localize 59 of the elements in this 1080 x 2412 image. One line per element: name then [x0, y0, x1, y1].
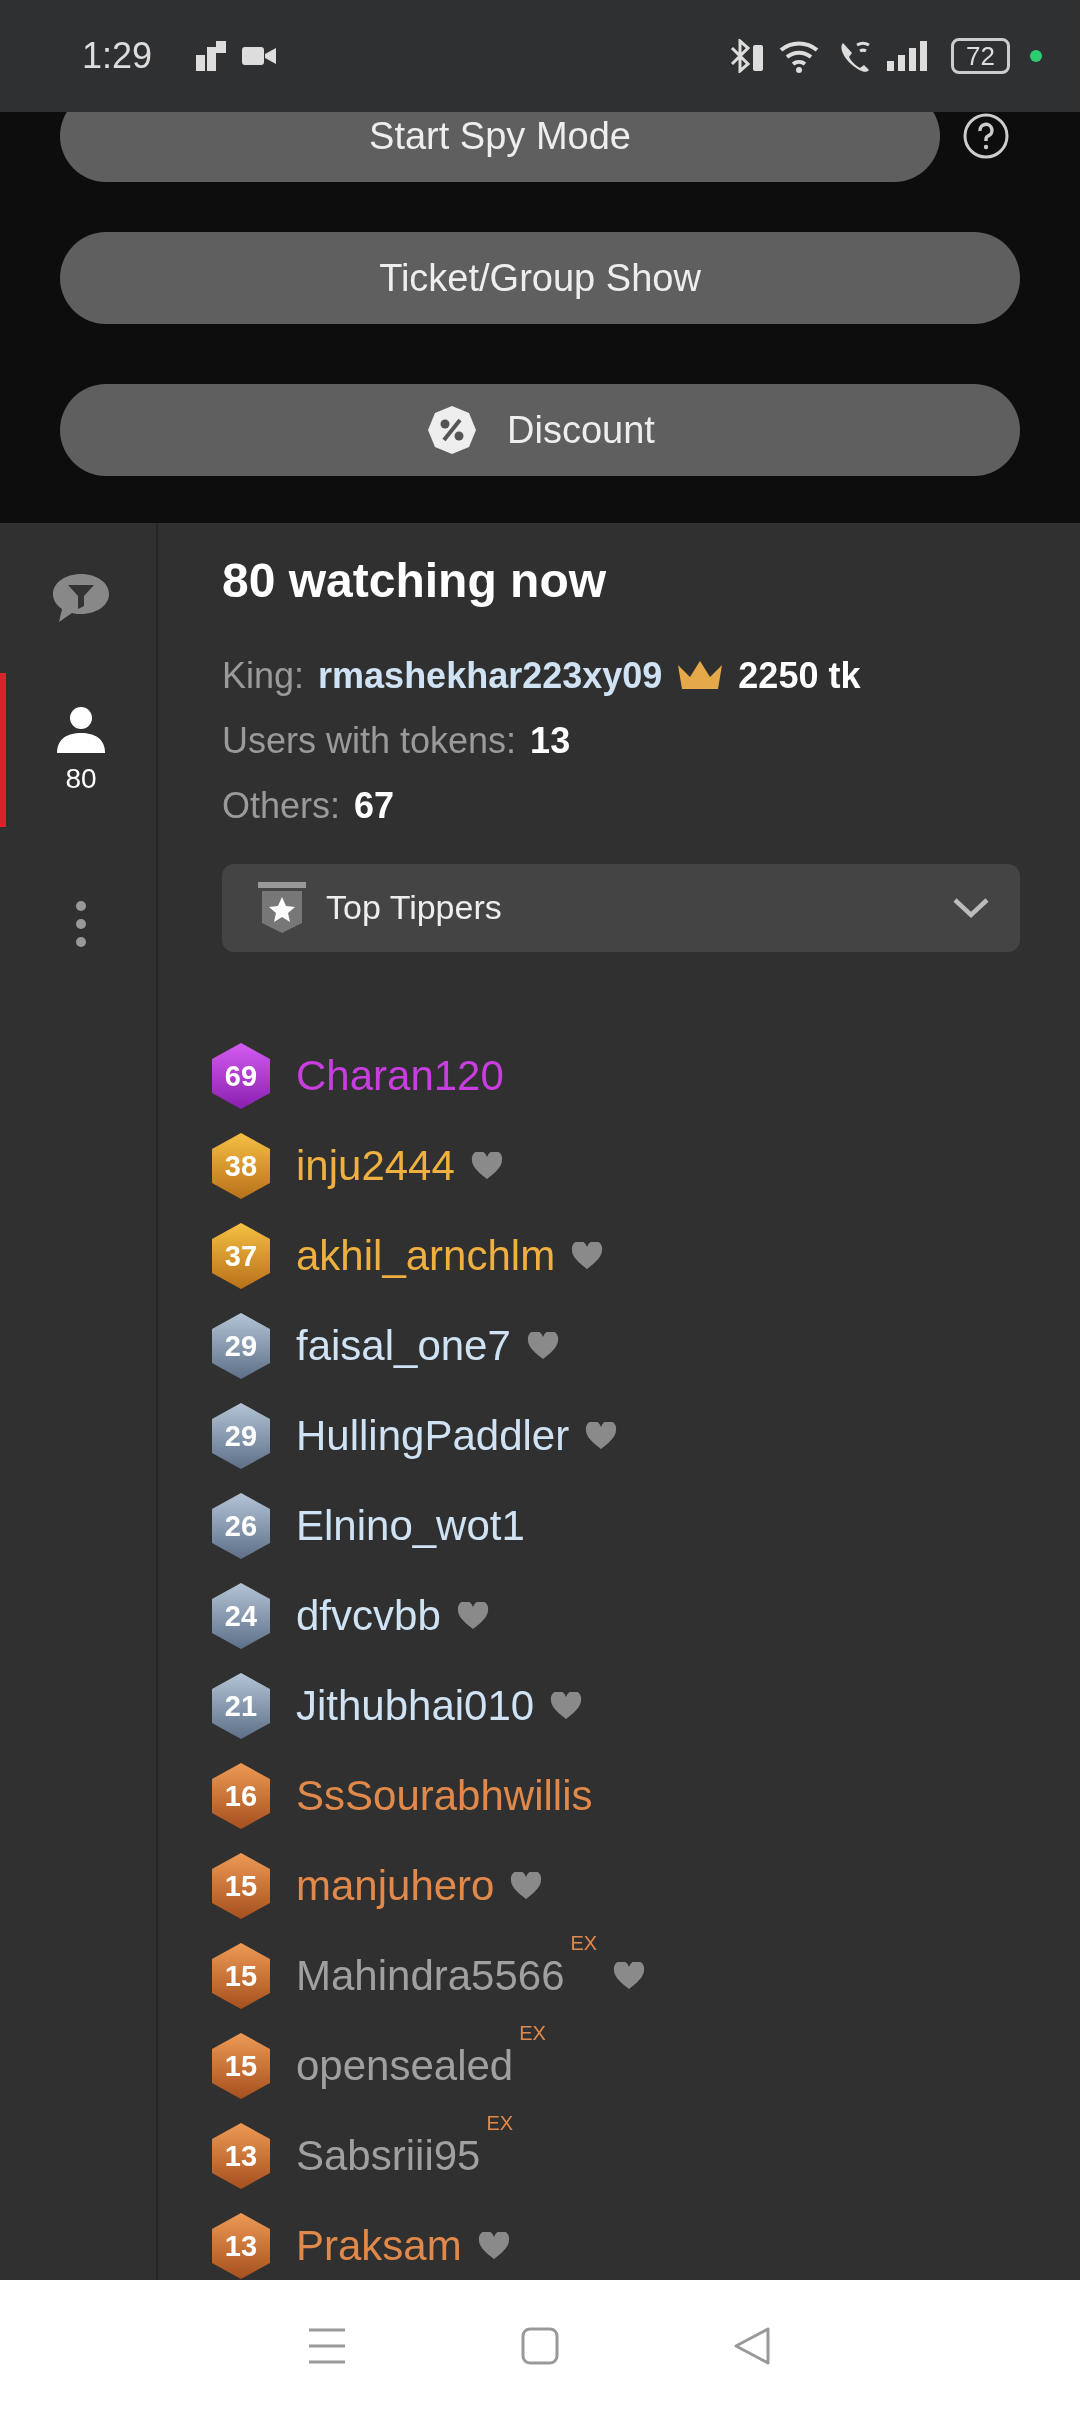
others-count: 67 [354, 784, 395, 827]
level-badge: 24 [210, 1582, 272, 1650]
level-badge: 15 [210, 1852, 272, 1920]
username[interactable]: HullingPaddler [296, 1412, 570, 1460]
menu-icon[interactable] [307, 2327, 346, 2365]
level-badge: 69 [210, 1042, 272, 1110]
username[interactable]: manjuhero [296, 1862, 495, 1910]
king-username[interactable]: rmashekhar223xy09 [318, 655, 663, 698]
battery-indicator: 72 [951, 38, 1010, 74]
username[interactable]: Praksam [296, 2222, 462, 2270]
status-time: 1:29 [82, 35, 153, 77]
level-badge: 15 [210, 1942, 272, 2010]
username[interactable]: dfvcvbb [296, 1592, 441, 1640]
spy-mode-button[interactable]: Start Spy Mode [60, 112, 940, 182]
level-badge: 37 [210, 1222, 272, 1290]
signal-icon [887, 39, 930, 73]
chevron-down-icon [952, 895, 990, 920]
sort-dropdown[interactable]: Top Tippers [222, 863, 1020, 952]
help-icon[interactable] [962, 112, 1010, 160]
bluetooth-icon [729, 39, 766, 73]
level-badge: 13 [210, 2212, 272, 2280]
ex-tag: EX [486, 2112, 514, 2135]
king-label: King: [222, 655, 305, 698]
king-amount: 2250 tk [738, 655, 861, 698]
back-icon[interactable] [734, 2327, 773, 2365]
ex-tag: EX [570, 1932, 598, 1955]
discount-button[interactable]: Discount [60, 384, 1020, 476]
username[interactable]: akhil_arnchlm [296, 1232, 556, 1280]
username[interactable]: faisal_one7 [296, 1322, 511, 1370]
tokens-label: Users with tokens: [222, 719, 517, 762]
username[interactable]: Sabsriii95 [296, 2132, 481, 2180]
username[interactable]: SsSourabhwillis [296, 1772, 593, 1820]
user-icon [55, 705, 107, 753]
tokens-count: 13 [530, 719, 571, 762]
others-label: Others: [222, 784, 341, 827]
watching-title: 80 watching now [222, 553, 608, 608]
more-icon [75, 900, 87, 948]
level-badge: 16 [210, 1762, 272, 1830]
status-dot [1030, 50, 1042, 62]
level-badge: 21 [210, 1672, 272, 1740]
video-camera-icon [242, 45, 277, 67]
level-badge: 38 [210, 1132, 272, 1200]
level-badge: 29 [210, 1312, 272, 1380]
level-badge: 29 [210, 1402, 272, 1470]
ticket-show-button[interactable]: Ticket/Group Show [60, 232, 1020, 324]
level-badge: 26 [210, 1492, 272, 1560]
username[interactable]: inju2444 [296, 1142, 455, 1190]
username[interactable]: Jithubhai010 [296, 1682, 535, 1730]
username[interactable]: Elnino_wot1 [296, 1502, 525, 1550]
chat-filter-icon [51, 572, 111, 624]
sidebar-tab[interactable]: 80 [0, 673, 156, 827]
username[interactable]: Mahindra5566 [296, 1952, 565, 2000]
viewer-count: 80 [65, 763, 97, 795]
home-icon[interactable] [521, 2327, 559, 2365]
level-badge: 15 [210, 2032, 272, 2100]
app-notification-icon [194, 41, 229, 71]
username[interactable]: opensealed [296, 2042, 514, 2090]
ex-tag: EX [519, 2022, 546, 2045]
level-badge: 13 [210, 2122, 272, 2190]
